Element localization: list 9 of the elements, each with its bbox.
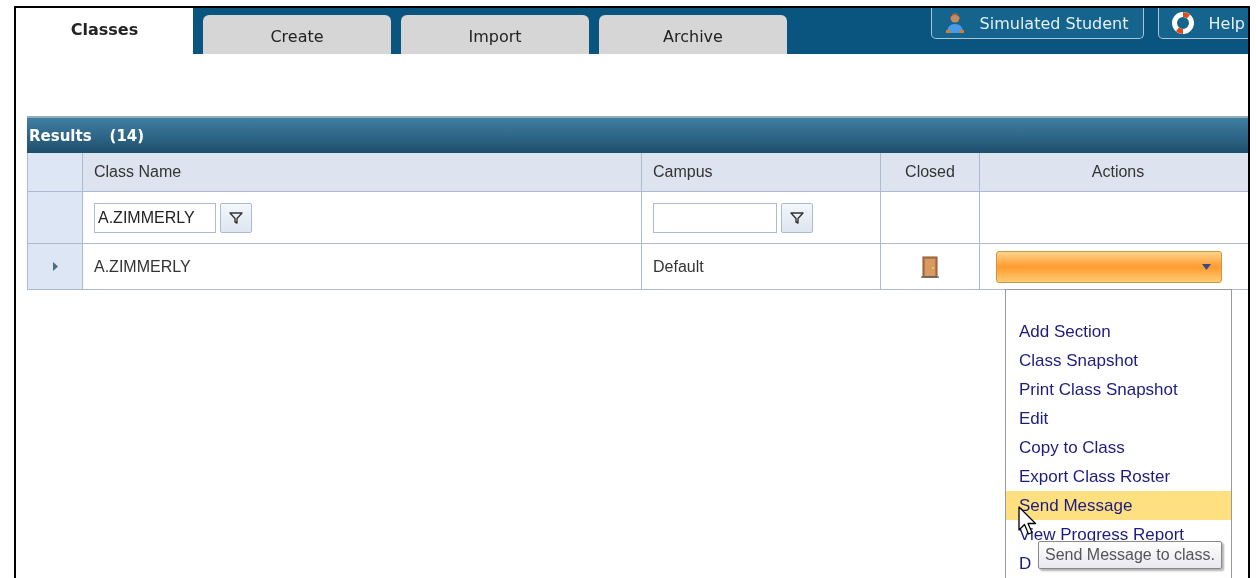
table-cell: A.ZIMMERLY: [83, 244, 642, 290]
table-cell: Default: [642, 244, 881, 290]
column-header: Actions: [980, 153, 1248, 192]
result-count: (14): [109, 126, 145, 145]
column-header: Campus: [642, 153, 881, 192]
panel-title: Results: [29, 126, 92, 145]
column-header: Closed: [881, 153, 980, 192]
column-header: Class Name: [83, 153, 642, 192]
tooltip: Send Message to class.: [1038, 541, 1222, 569]
